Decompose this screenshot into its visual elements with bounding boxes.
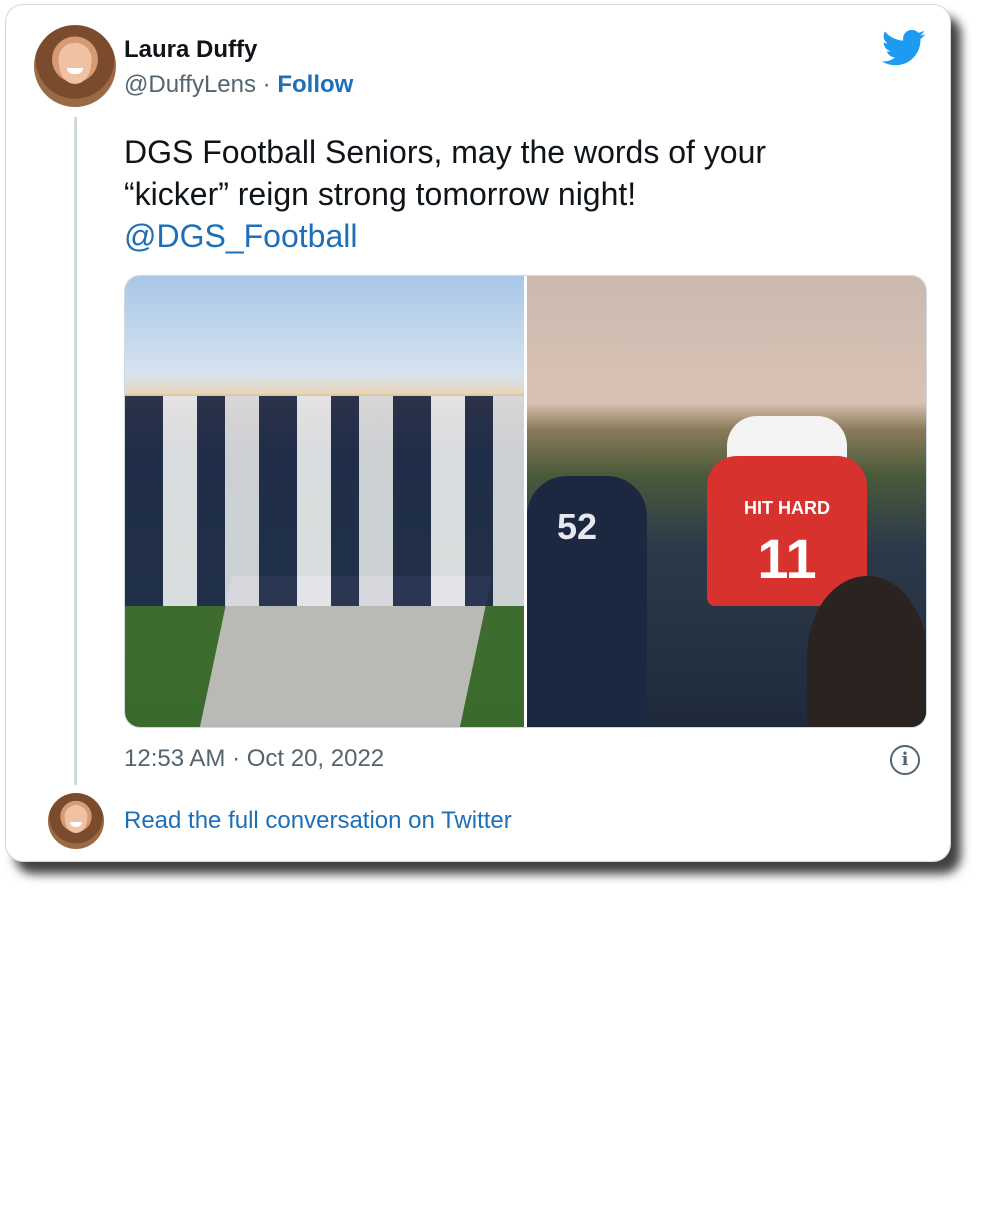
player-celebration-photo[interactable]: 52 HIT HARD 11 <box>527 276 926 727</box>
follow-link[interactable]: Follow <box>277 71 353 98</box>
mention-link[interactable]: @DGS_Football <box>124 215 884 257</box>
tweet-embed-card: Laura Duffy @DuffyLens · Follow DGS Foot… <box>5 4 951 862</box>
handle-separator: · <box>262 71 271 98</box>
avatar-face <box>64 805 88 834</box>
footer-avatar[interactable] <box>48 793 104 849</box>
tweet-text: DGS Football Seniors, may the words of y… <box>124 131 884 257</box>
author-handle-row: @DuffyLens · Follow <box>124 71 353 99</box>
tweet-text-line-2: “kicker” reign strong tomorrow night! <box>124 176 637 212</box>
photo-team-group <box>125 396 524 606</box>
tweet-timestamp[interactable]: 12:53 AM · Oct 20, 2022 <box>124 745 384 773</box>
avatar-smile <box>70 822 82 827</box>
photo-jersey-text: HIT HARD <box>744 498 830 518</box>
info-icon[interactable]: i <box>890 745 920 775</box>
author-avatar[interactable] <box>34 25 116 107</box>
thread-line <box>74 117 77 785</box>
media-grid: 52 HIT HARD 11 <box>124 275 927 728</box>
photo-foreground-head <box>807 576 926 727</box>
team-group-photo[interactable] <box>125 276 524 727</box>
photo-player-left-number: 52 <box>557 506 598 547</box>
twitter-bird-icon[interactable] <box>882 29 926 67</box>
read-conversation-link[interactable]: Read the full conversation on Twitter <box>124 807 512 835</box>
author-name[interactable]: Laura Duffy <box>124 36 257 64</box>
avatar-face <box>58 43 92 85</box>
tweet-text-line-1: DGS Football Seniors, may the words of y… <box>124 134 767 170</box>
author-handle[interactable]: @DuffyLens <box>124 71 256 98</box>
